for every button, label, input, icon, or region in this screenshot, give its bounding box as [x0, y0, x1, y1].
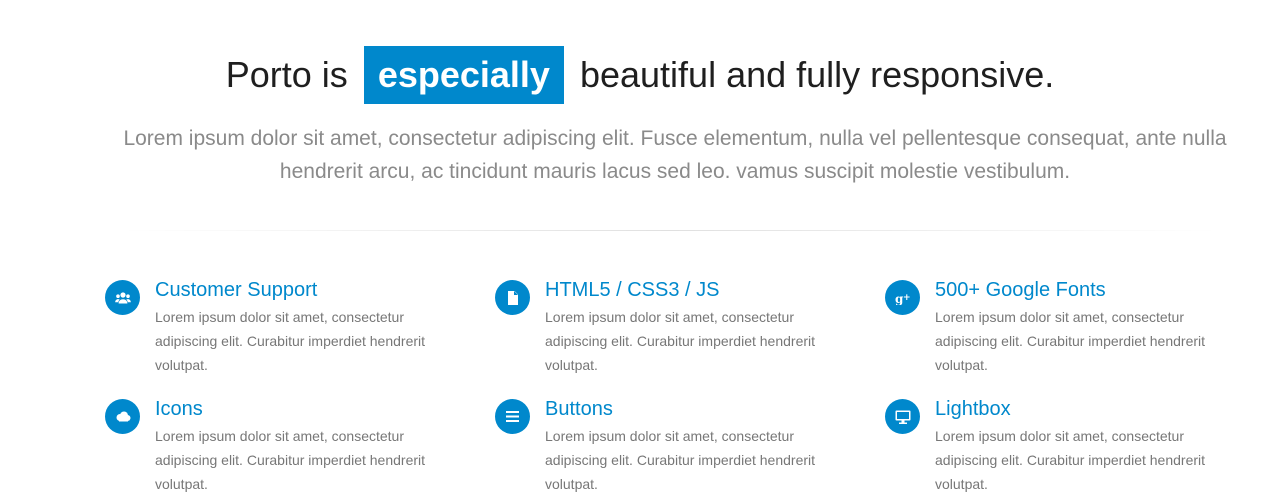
svg-text:+: + — [903, 293, 911, 303]
lead-paragraph: Lorem ipsum dolor sit amet, consectetur … — [123, 127, 1227, 183]
feature-title: Buttons — [545, 398, 613, 420]
headline-suffix: beautiful and fully responsive. — [579, 54, 1055, 95]
file-icon — [495, 280, 530, 315]
feature-title: Icons — [155, 398, 203, 420]
desktop-icon — [885, 399, 920, 434]
divider — [120, 230, 1220, 231]
headline: Porto is especially beautiful and fully … — [0, 46, 1280, 104]
feature-description: Lorem ipsum dolor sit amet, consectetur … — [545, 309, 816, 373]
feature-description: Lorem ipsum dolor sit amet, consectetur … — [935, 309, 1206, 373]
feature-description: Lorem ipsum dolor sit amet, consectetur … — [155, 428, 426, 492]
feature-title: 500+ Google Fonts — [935, 279, 1106, 301]
feature-title: Lightbox — [935, 398, 1011, 420]
feature-description: Lorem ipsum dolor sit amet, consectetur … — [155, 309, 426, 373]
feature-description: Lorem ipsum dolor sit amet, consectetur … — [935, 428, 1206, 492]
feature-description: Lorem ipsum dolor sit amet, consectetur … — [545, 428, 816, 492]
cloud-icon — [105, 399, 140, 434]
headline-prefix: Porto is — [225, 54, 348, 95]
bars-icon — [495, 399, 530, 434]
feature-title: Customer Support — [155, 279, 318, 301]
headline-highlight: especially — [363, 46, 564, 104]
feature-title: HTML5 / CSS3 / JS — [545, 279, 720, 301]
google-plus-icon: g + — [885, 280, 920, 315]
users-icon — [105, 280, 140, 315]
